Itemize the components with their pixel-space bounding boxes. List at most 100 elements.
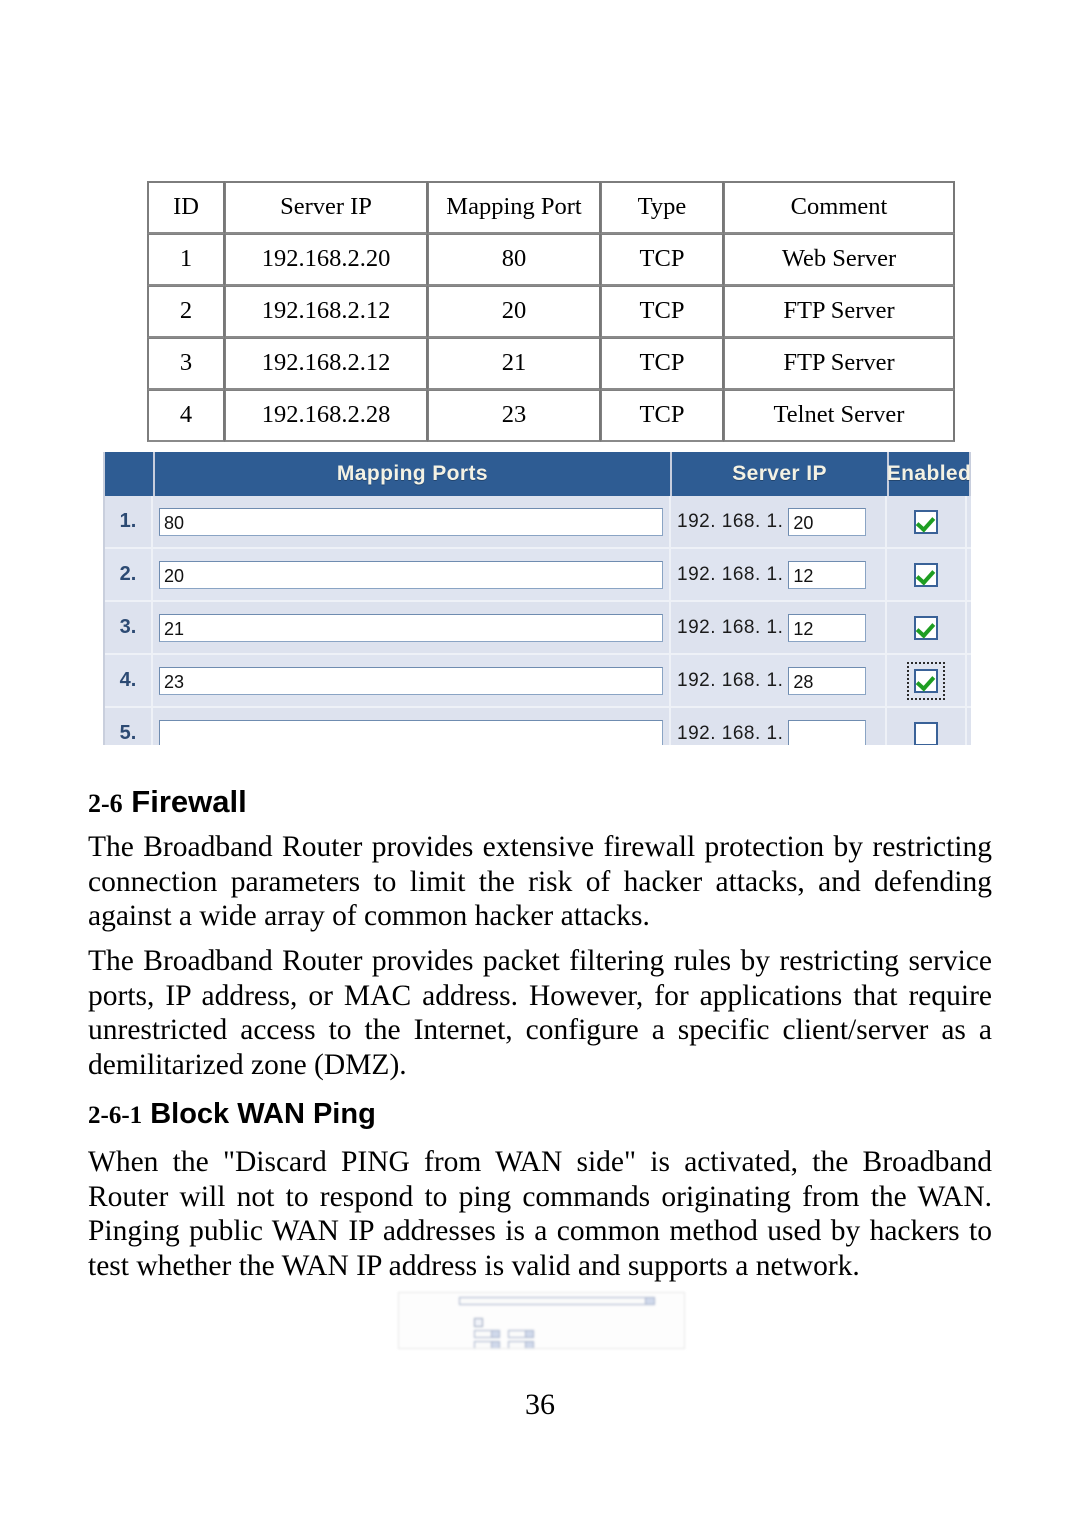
enabled-checkbox[interactable]	[914, 509, 938, 534]
cell-comment: Web Server	[724, 234, 955, 286]
mapping-port-input[interactable]: 21	[159, 613, 663, 642]
server-ip-cell: 192. 168. 1. 28	[671, 655, 887, 706]
thumbnail-dropdown-b[interactable]	[508, 1329, 534, 1338]
thumbnail-field-row	[399, 1317, 684, 1328]
thumbnail-enable-checkbox[interactable]	[474, 1318, 483, 1327]
cell-type: TCP	[601, 234, 724, 286]
cell-server-ip: 192.168.2.20	[225, 234, 428, 286]
summary-table-body: ID Server IP Mapping Port Type Comment 1…	[147, 181, 955, 442]
table-row: 2 192.168.2.12 20 TCP FTP Server	[147, 286, 955, 338]
router-row: 1. 80 192. 168. 1. 20	[105, 496, 971, 549]
ip-prefix-label: 192. 168. 1.	[677, 722, 784, 744]
mapping-port-input[interactable]	[159, 719, 663, 745]
router-row: 5. 192. 168. 1.	[105, 708, 971, 745]
firewall-paragraph-1: The Broadband Router provides extensive …	[88, 831, 992, 932]
thumbnail-dropdown-d[interactable]	[508, 1340, 534, 1348]
row-number-label: 5.	[105, 708, 153, 745]
row-number-label: 3.	[105, 602, 153, 653]
thumbnail-dropdown[interactable]	[459, 1296, 655, 1305]
header-row-number	[105, 452, 155, 496]
cell-mapping-port: 23	[428, 390, 601, 442]
cell-server-ip: 192.168.2.12	[225, 338, 428, 390]
summary-table: ID Server IP Mapping Port Type Comment 1…	[147, 181, 955, 442]
mapping-port-cell: 20	[153, 549, 671, 600]
mapping-port-input[interactable]: 20	[159, 560, 663, 589]
column-header-server-ip: Server IP	[225, 181, 428, 234]
ip-prefix-label: 192. 168. 1.	[677, 616, 784, 638]
router-row: 3. 21 192. 168. 1. 12	[105, 602, 971, 655]
server-ip-cell: 192. 168. 1. 12	[671, 549, 887, 600]
cell-mapping-port: 20	[428, 286, 601, 338]
cell-comment: FTP Server	[724, 338, 955, 390]
thumbnail-section-row	[399, 1306, 684, 1317]
row-number-label: 1.	[105, 496, 153, 547]
server-ip-octet-input[interactable]: 12	[788, 560, 867, 589]
thumbnail-select-row	[399, 1295, 684, 1306]
heading-firewall: 2-6 Firewall	[88, 786, 247, 817]
ip-prefix-label: 192. 168. 1.	[677, 510, 784, 532]
block-wan-ping-settings-thumbnail	[398, 1292, 685, 1349]
server-ip-octet-input[interactable]: 28	[788, 666, 867, 695]
row-number-label: 2.	[105, 549, 153, 600]
cell-id: 1	[147, 234, 225, 286]
thumbnail-field-row	[399, 1328, 684, 1339]
server-ip-octet-input[interactable]: 12	[788, 613, 867, 642]
cell-type: TCP	[601, 286, 724, 338]
router-virtual-server-screenshot: Mapping Ports Server IP Enabled 1. 80 19…	[103, 452, 971, 745]
header-mapping-ports: Mapping Ports	[155, 452, 673, 496]
heading-block-wan-ping-number: 2-6-1	[88, 1102, 143, 1129]
cell-comment: FTP Server	[724, 286, 955, 338]
enabled-cell	[887, 496, 967, 547]
column-header-id: ID	[147, 181, 225, 234]
heading-firewall-number: 2-6	[88, 789, 123, 818]
cell-mapping-port: 21	[428, 338, 601, 390]
thumbnail-dropdown-c[interactable]	[474, 1340, 500, 1348]
server-ip-cell: 192. 168. 1. 20	[671, 496, 887, 547]
port-forwarding-summary-table: ID Server IP Mapping Port Type Comment 1…	[147, 181, 955, 442]
mapping-port-cell: 21	[153, 602, 671, 653]
server-ip-octet-input[interactable]	[788, 719, 867, 745]
table-header-row: ID Server IP Mapping Port Type Comment	[147, 181, 955, 234]
cell-server-ip: 192.168.2.28	[225, 390, 428, 442]
mapping-port-cell	[153, 708, 671, 745]
checkbox-focus-outline	[907, 661, 945, 700]
enabled-checkbox[interactable]	[914, 562, 938, 587]
enabled-cell	[887, 708, 967, 745]
enabled-checkbox[interactable]	[914, 668, 938, 693]
header-server-ip: Server IP	[672, 452, 889, 496]
chevron-down-icon	[525, 1341, 533, 1348]
mapping-port-input[interactable]: 80	[159, 507, 663, 536]
cell-id: 4	[147, 390, 225, 442]
block-wan-ping-paragraph-1: When the "Discard PING from WAN side" is…	[88, 1146, 992, 1282]
enabled-cell	[887, 655, 967, 706]
chevron-down-icon	[491, 1330, 499, 1337]
thumbnail-dropdown-a[interactable]	[474, 1329, 500, 1338]
mapping-port-cell: 23	[153, 655, 671, 706]
column-header-comment: Comment	[724, 181, 955, 234]
cell-server-ip: 192.168.2.12	[225, 286, 428, 338]
server-ip-cell: 192. 168. 1. 12	[671, 602, 887, 653]
enabled-checkbox[interactable]	[914, 615, 938, 640]
ip-prefix-label: 192. 168. 1.	[677, 563, 784, 585]
thumbnail-field-row	[399, 1339, 684, 1348]
cell-comment: Telnet Server	[724, 390, 955, 442]
router-row: 2. 20 192. 168. 1. 12	[105, 549, 971, 602]
column-header-type: Type	[601, 181, 724, 234]
cell-mapping-port: 80	[428, 234, 601, 286]
table-row: 4 192.168.2.28 23 TCP Telnet Server	[147, 390, 955, 442]
mapping-port-cell: 80	[153, 496, 671, 547]
chevron-down-icon	[525, 1330, 533, 1337]
mapping-port-input[interactable]: 23	[159, 666, 663, 695]
chevron-down-icon	[491, 1341, 499, 1348]
ip-prefix-label: 192. 168. 1.	[677, 669, 784, 691]
page-number: 36	[525, 1388, 555, 1421]
enabled-checkbox[interactable]	[914, 721, 938, 745]
enabled-cell	[887, 549, 967, 600]
firewall-paragraph-2: The Broadband Router provides packet fil…	[88, 945, 992, 1081]
cell-id: 2	[147, 286, 225, 338]
server-ip-octet-input[interactable]: 20	[788, 507, 867, 536]
router-table-header: Mapping Ports Server IP Enabled	[105, 452, 971, 496]
row-number-label: 4.	[105, 655, 153, 706]
chevron-down-icon	[645, 1297, 654, 1304]
heading-block-wan-ping: 2-6-1 Block WAN Ping	[88, 1100, 376, 1129]
